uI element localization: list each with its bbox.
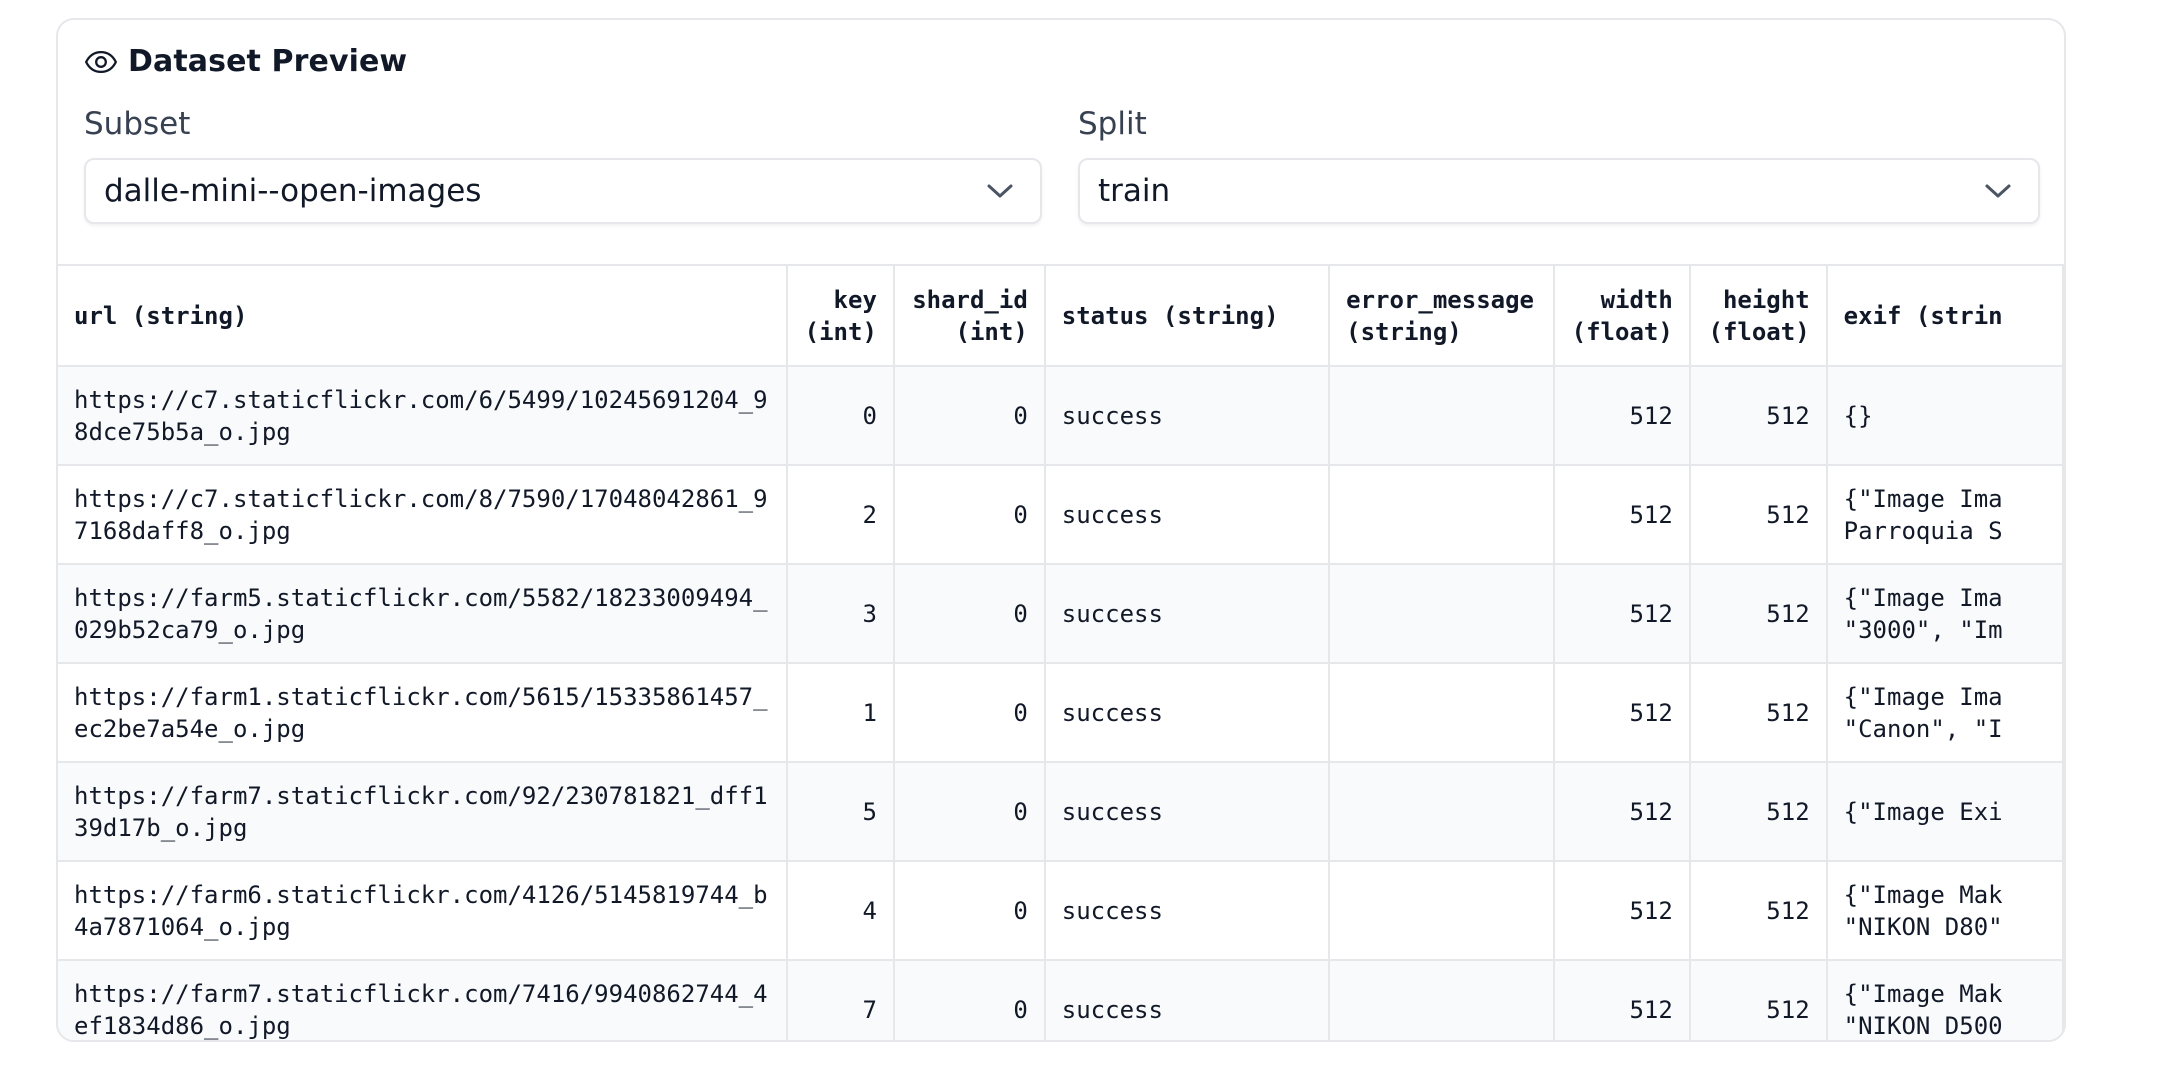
cell-key: 5 (786, 762, 895, 862)
table-row: https://farm1.staticflickr.com/5615/1533… (58, 663, 2064, 763)
eye-icon (84, 50, 118, 73)
cell-key: 7 (786, 960, 895, 1040)
cell-exif: {"Image Ima Parroquia S (1826, 465, 2064, 565)
preview-title: Dataset Preview (128, 44, 408, 79)
cell-exif: {"Image Ima "Canon", "I (1826, 663, 2064, 763)
cell-status: success (1044, 564, 1331, 664)
dataset-preview-card: Dataset Preview Subset dalle-mini--open-… (56, 18, 2066, 1042)
cell-width: 512 (1553, 663, 1691, 763)
cell-height: 512 (1689, 762, 1828, 862)
cell-key: 1 (786, 663, 895, 763)
cell-error-message (1329, 465, 1555, 565)
column-header-shard-id[interactable]: shard_id (int) (893, 266, 1046, 367)
split-select[interactable]: train (1078, 158, 2040, 224)
subset-select[interactable]: dalle-mini--open-images (84, 158, 1042, 224)
column-header-key[interactable]: key (int) (786, 266, 895, 367)
table-row: https://farm5.staticflickr.com/5582/1823… (58, 564, 2064, 664)
cell-shard-id: 0 (893, 861, 1046, 961)
split-label: Split (1078, 106, 1147, 142)
cell-shard-id: 0 (893, 564, 1046, 664)
preview-table: url (string) key (int) shard_id (int) st… (58, 266, 2064, 1040)
preview-header: Dataset Preview (84, 44, 407, 79)
cell-height: 512 (1689, 465, 1828, 565)
cell-height: 512 (1689, 960, 1828, 1040)
cell-url: https://farm6.staticflickr.com/4126/5145… (58, 861, 788, 961)
cell-key: 3 (786, 564, 895, 664)
split-select-value: train (1098, 173, 1171, 209)
cell-status: success (1044, 465, 1331, 565)
column-header-width[interactable]: width (float) (1553, 266, 1691, 367)
cell-error-message (1329, 366, 1555, 466)
table-header-row: url (string) key (int) shard_id (int) st… (58, 266, 2064, 367)
cell-exif: {"Image Ima "3000", "Im (1826, 564, 2064, 664)
cell-error-message (1329, 663, 1555, 763)
column-header-status[interactable]: status (string) (1044, 266, 1331, 367)
cell-height: 512 (1689, 663, 1828, 763)
column-header-height[interactable]: height (float) (1689, 266, 1828, 367)
cell-shard-id: 0 (893, 762, 1046, 862)
column-header-url[interactable]: url (string) (58, 266, 788, 367)
cell-width: 512 (1553, 762, 1691, 862)
cell-shard-id: 0 (893, 366, 1046, 466)
chevron-down-icon (987, 184, 1013, 198)
cell-status: success (1044, 663, 1331, 763)
column-header-exif[interactable]: exif (strin (1826, 266, 2064, 367)
table-row: https://c7.staticflickr.com/6/5499/10245… (58, 366, 2064, 466)
table-row: https://farm7.staticflickr.com/7416/9940… (58, 960, 2064, 1040)
cell-key: 4 (786, 861, 895, 961)
cell-error-message (1329, 861, 1555, 961)
subset-label: Subset (84, 106, 191, 142)
preview-table-container[interactable]: url (string) key (int) shard_id (int) st… (58, 264, 2064, 1040)
table-row: https://farm6.staticflickr.com/4126/5145… (58, 861, 2064, 961)
cell-exif: {"Image Exi (1826, 762, 2064, 862)
cell-height: 512 (1689, 564, 1828, 664)
cell-key: 2 (786, 465, 895, 565)
table-row: https://farm7.staticflickr.com/92/230781… (58, 762, 2064, 862)
cell-width: 512 (1553, 366, 1691, 466)
cell-url: https://farm1.staticflickr.com/5615/1533… (58, 663, 788, 763)
column-header-error-message[interactable]: error_message (string) (1329, 266, 1555, 367)
cell-url: https://farm7.staticflickr.com/92/230781… (58, 762, 788, 862)
cell-error-message (1329, 960, 1555, 1040)
cell-status: success (1044, 762, 1331, 862)
cell-status: success (1044, 861, 1331, 961)
chevron-down-icon (1985, 184, 2011, 198)
cell-width: 512 (1553, 564, 1691, 664)
cell-status: success (1044, 960, 1331, 1040)
cell-url: https://c7.staticflickr.com/6/5499/10245… (58, 366, 788, 466)
cell-error-message (1329, 762, 1555, 862)
cell-width: 512 (1553, 960, 1691, 1040)
subset-select-value: dalle-mini--open-images (104, 173, 482, 209)
cell-shard-id: 0 (893, 960, 1046, 1040)
cell-exif: {"Image Mak "NIKON D80" (1826, 861, 2064, 961)
cell-shard-id: 0 (893, 663, 1046, 763)
cell-url: https://farm7.staticflickr.com/7416/9940… (58, 960, 788, 1040)
cell-exif: {} (1826, 366, 2064, 466)
cell-exif: {"Image Mak "NIKON D500 (1826, 960, 2064, 1040)
cell-height: 512 (1689, 366, 1828, 466)
table-row: https://c7.staticflickr.com/8/7590/17048… (58, 465, 2064, 565)
cell-key: 0 (786, 366, 895, 466)
cell-shard-id: 0 (893, 465, 1046, 565)
cell-url: https://c7.staticflickr.com/8/7590/17048… (58, 465, 788, 565)
cell-url: https://farm5.staticflickr.com/5582/1823… (58, 564, 788, 664)
cell-height: 512 (1689, 861, 1828, 961)
cell-width: 512 (1553, 861, 1691, 961)
cell-error-message (1329, 564, 1555, 664)
cell-width: 512 (1553, 465, 1691, 565)
cell-status: success (1044, 366, 1331, 466)
